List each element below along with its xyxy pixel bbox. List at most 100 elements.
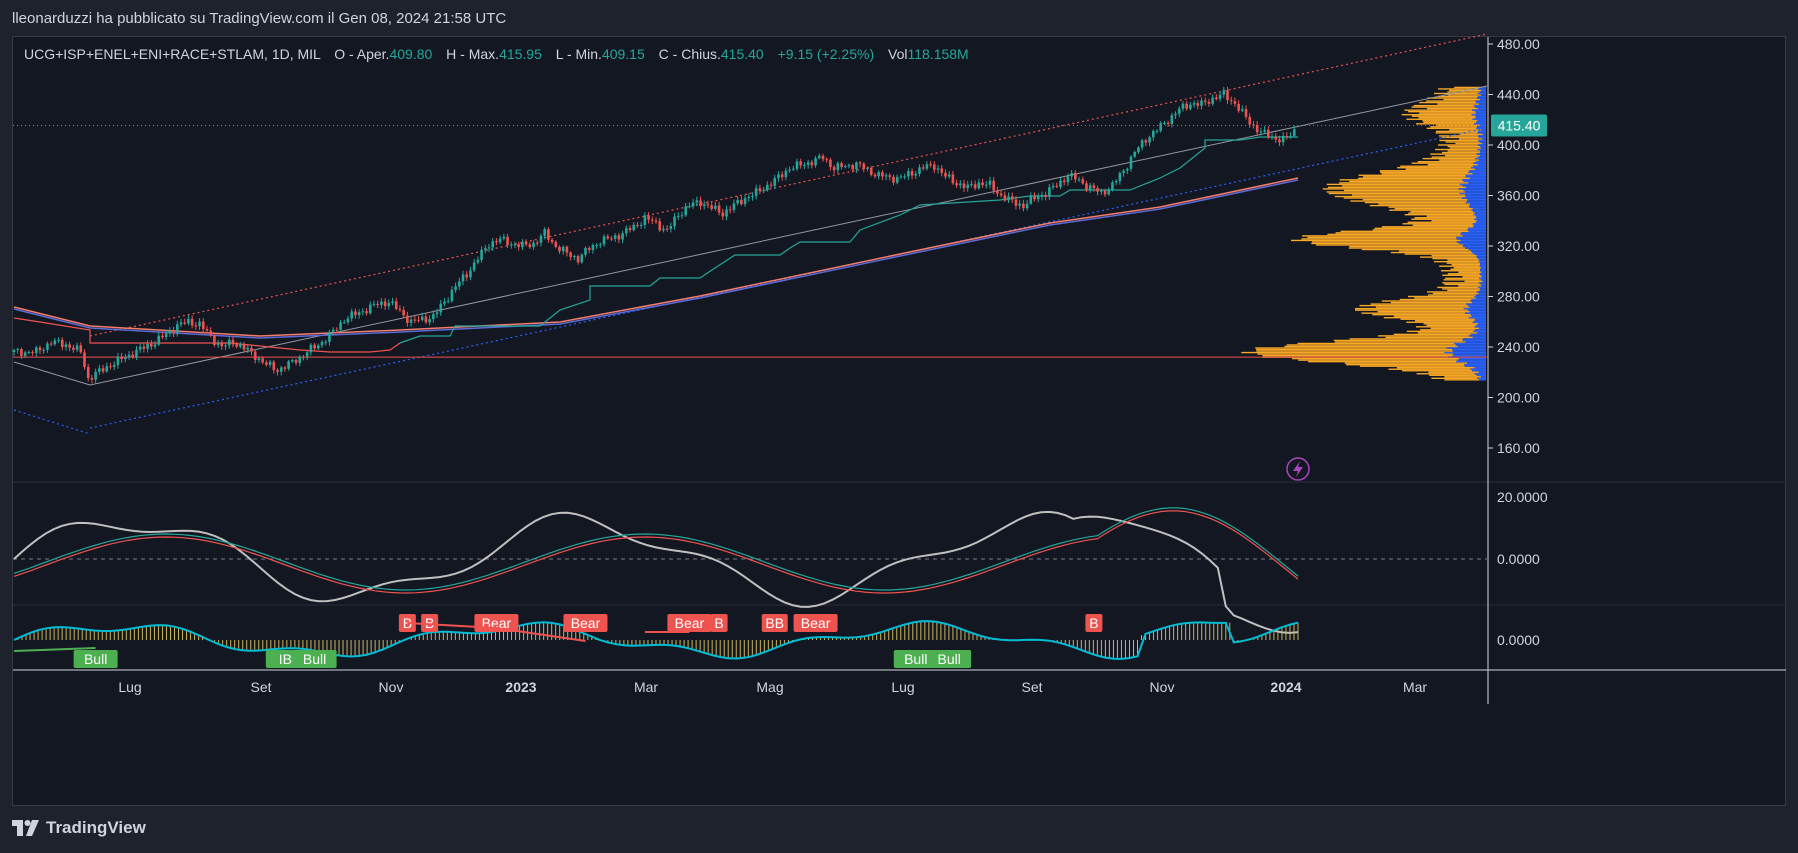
volume-profile-bar [1468, 335, 1486, 337]
volume-profile-bar [1481, 89, 1486, 92]
time-tick-label: 2023 [505, 679, 536, 695]
volume-profile-bar [1479, 103, 1486, 105]
volume-profile-bar [1478, 135, 1486, 137]
candle-body [966, 184, 970, 189]
volume-profile-bar [1375, 306, 1470, 308]
volume-profile-bar [1479, 379, 1486, 381]
candle-body [502, 236, 506, 239]
volume-profile-bar [1468, 171, 1486, 173]
volume-profile-bar [1465, 247, 1486, 249]
candle-body [754, 188, 758, 196]
candle-body [190, 318, 194, 326]
volume-profile-bar [1482, 133, 1486, 136]
candle-body [361, 311, 365, 313]
volume-profile-bar [1453, 267, 1481, 269]
volume-profile-bar [1471, 209, 1486, 211]
volume-profile-bar [1328, 186, 1467, 189]
volume-profile-bar [1478, 371, 1486, 373]
volume-profile-bar [1467, 229, 1486, 231]
volume-profile-bar [1461, 232, 1486, 234]
candle-body [773, 178, 777, 186]
tradingview-logo[interactable]: TradingView [12, 818, 146, 838]
volume-value: 118.158M [907, 46, 969, 62]
volume-profile-bar [1476, 256, 1486, 258]
volume-profile-bar [1340, 230, 1469, 233]
volume-profile-bar [1378, 335, 1469, 337]
volume-profile-bar [1393, 315, 1472, 317]
volume-profile-bar [1405, 168, 1476, 170]
candle-body [1233, 101, 1237, 104]
volume-profile-bar [1472, 301, 1486, 304]
volume-profile-bar [1462, 185, 1486, 187]
volume-profile-bar [1333, 339, 1463, 342]
candle-body [12, 350, 16, 353]
candle-body [339, 322, 342, 330]
candle-body [506, 236, 509, 246]
candle-body [406, 315, 409, 323]
candle-body [654, 220, 658, 222]
candle-body [227, 339, 231, 346]
volume-profile-bar [1480, 270, 1486, 272]
volume-profile-bar [1477, 107, 1486, 110]
candle-body [120, 356, 123, 360]
volume-profile-bar [1474, 320, 1486, 322]
candle-body [1088, 185, 1092, 190]
time-tick-label: Nov [1150, 679, 1175, 695]
candle-body [814, 158, 817, 166]
candle-body [72, 347, 75, 350]
candle-body [869, 167, 873, 175]
volume-profile-bar [1452, 348, 1486, 351]
volume-profile-bar [1400, 318, 1475, 320]
volume-profile-bar [1468, 182, 1486, 184]
candle-body [884, 175, 888, 177]
candle-body [1025, 203, 1029, 209]
candle-body [402, 309, 405, 316]
candle-body [291, 359, 294, 362]
symbol-label[interactable]: UCG+ISP+ENEL+ENI+RACE+STLAM, 1D, MIL [24, 46, 320, 62]
candle-body [1166, 123, 1170, 125]
candle-body [892, 176, 895, 183]
volume-profile-bar [1470, 167, 1486, 169]
volume-profile-bar [1479, 141, 1486, 143]
candle-body [391, 301, 394, 303]
volume-profile-bar [1311, 242, 1459, 245]
time-tick-label: Lug [891, 679, 914, 695]
volume-profile-bar [1480, 145, 1486, 148]
candle-body [699, 200, 702, 207]
candle-body [888, 175, 892, 177]
volume-profile-bar [1475, 221, 1486, 223]
volume-profile-bar [1463, 189, 1486, 192]
volume-profile-bar [1472, 223, 1486, 225]
price-chart[interactable]: 480.00 440.00 400.00 360.00 320.00 280.00 240.… [0, 0, 1798, 853]
candle-body [1215, 97, 1218, 100]
volume-profile-bar [1431, 156, 1479, 158]
candle-body [394, 301, 398, 309]
candle-body [428, 319, 431, 323]
candle-body [335, 329, 339, 331]
candle-body [1077, 179, 1081, 181]
volume-profile-bar [1469, 170, 1486, 172]
volume-profile-bar [1370, 303, 1467, 305]
candle-body [621, 233, 624, 240]
candle-body [439, 303, 443, 313]
candle-body [1137, 147, 1140, 153]
candle-body [201, 321, 205, 330]
volume-profile-bar [1427, 107, 1478, 110]
candle-body [68, 344, 71, 348]
candle-body [1289, 135, 1292, 137]
volume-profile-bar [1407, 295, 1475, 298]
volume-profile-bar [1372, 313, 1471, 316]
candle-body [636, 224, 639, 226]
candle-body [491, 241, 495, 248]
candle-body [1174, 113, 1177, 116]
volume-profile-bar [1462, 276, 1483, 278]
volume-profile-bar [1369, 204, 1470, 207]
candle-body [420, 316, 424, 320]
volume-profile-bar [1463, 338, 1486, 340]
candle-body [777, 174, 780, 179]
candle-body [650, 219, 654, 221]
candle-body [665, 228, 669, 230]
candle-body [836, 163, 840, 171]
volume-profile-bar [1327, 233, 1461, 236]
volume-profile-bar [1334, 341, 1466, 343]
